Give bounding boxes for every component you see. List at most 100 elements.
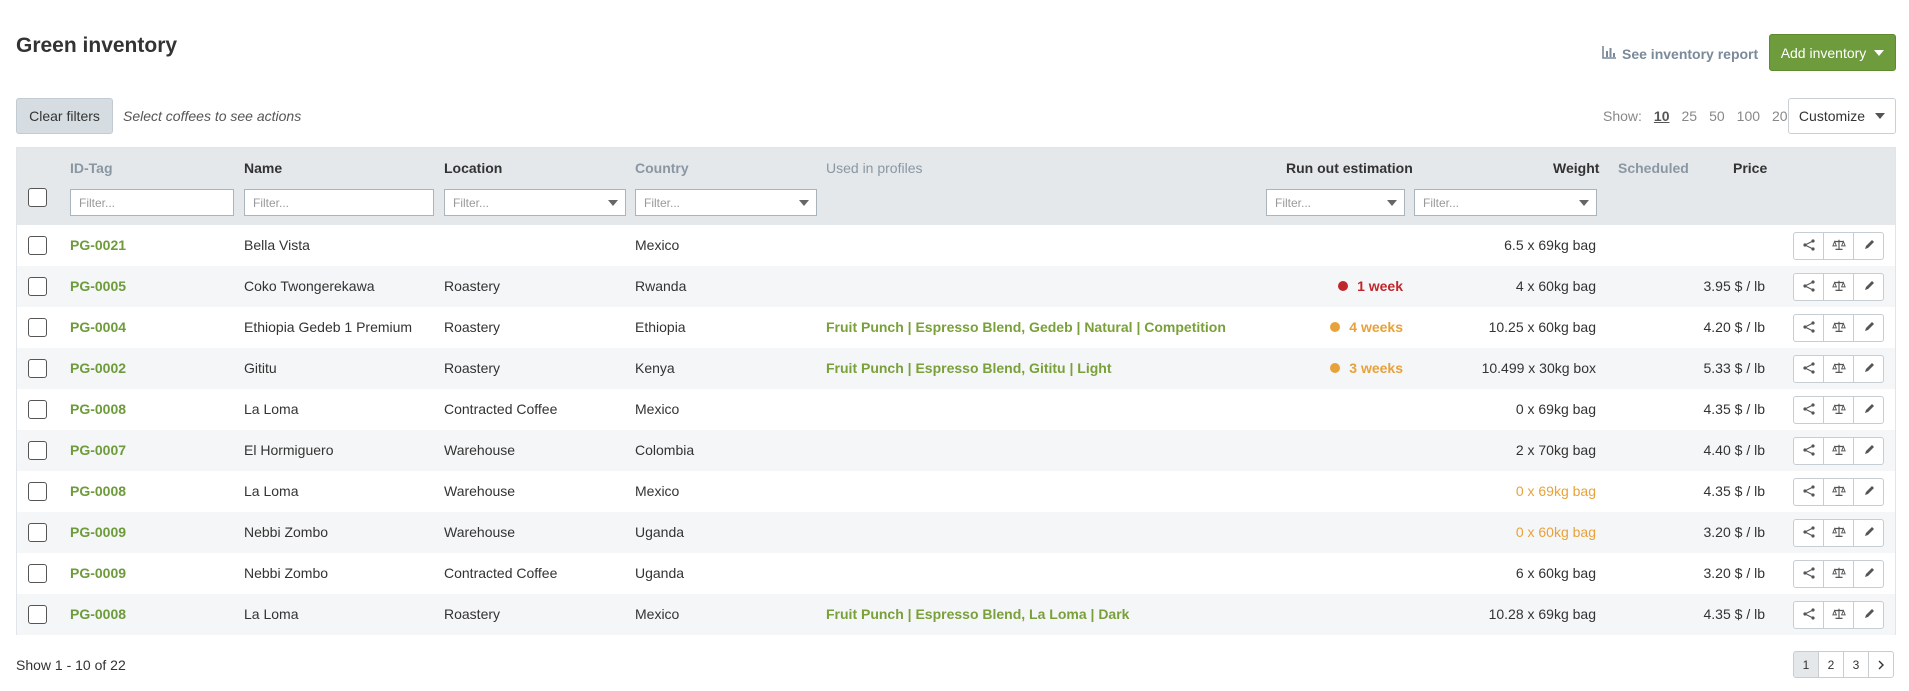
- share-button[interactable]: [1793, 601, 1824, 629]
- share-icon: [1802, 279, 1816, 296]
- edit-button[interactable]: [1853, 560, 1884, 588]
- table-row: PG-0008 La Loma Warehouse Mexico 0 x 69kg ba…: [17, 471, 1895, 512]
- runout-filter-select[interactable]: Filter...: [1266, 189, 1405, 216]
- edit-button[interactable]: [1853, 314, 1884, 342]
- row-checkbox[interactable]: [28, 236, 47, 255]
- id-tag-link[interactable]: PG-0004: [70, 319, 126, 335]
- edit-button[interactable]: [1853, 232, 1884, 260]
- customize-label: Customize: [1798, 108, 1866, 124]
- weigh-button[interactable]: [1823, 232, 1854, 260]
- row-checkbox[interactable]: [28, 605, 47, 624]
- inventory-table: ID-Tag Name Location Country Used in pro…: [16, 147, 1896, 635]
- page-size-option[interactable]: 10: [1654, 108, 1670, 124]
- page-size-option[interactable]: 100: [1737, 108, 1760, 124]
- location-filter-select[interactable]: Filter...: [444, 189, 626, 216]
- select-all-checkbox[interactable]: [28, 188, 47, 207]
- row-checkbox[interactable]: [28, 318, 47, 337]
- profiles-link[interactable]: Fruit Punch | Espresso Blend, Gedeb | Na…: [826, 319, 1226, 335]
- inventory-report-link[interactable]: See inventory report: [1602, 45, 1758, 62]
- column-header-id[interactable]: ID-Tag: [70, 160, 113, 176]
- edit-button[interactable]: [1853, 273, 1884, 301]
- price-cell: 4.20 $ / lb: [1703, 319, 1766, 335]
- country-filter-select[interactable]: Filter...: [635, 189, 817, 216]
- column-header-country[interactable]: Country: [635, 160, 689, 176]
- edit-button[interactable]: [1853, 519, 1884, 547]
- page-size-option[interactable]: 50: [1709, 108, 1725, 124]
- weight-filter-select[interactable]: Filter...: [1414, 189, 1597, 216]
- share-button[interactable]: [1793, 273, 1824, 301]
- weight-cell: 10.28 x 69kg bag: [1488, 606, 1596, 622]
- page-button[interactable]: 2: [1818, 651, 1844, 678]
- add-inventory-button[interactable]: Add inventory: [1769, 34, 1896, 71]
- page-button[interactable]: 3: [1843, 651, 1869, 678]
- row-actions: [1793, 601, 1884, 629]
- edit-button[interactable]: [1853, 601, 1884, 629]
- country-cell: Uganda: [635, 565, 685, 581]
- id-filter-input[interactable]: Filter...: [70, 189, 234, 216]
- column-header-scheduled[interactable]: Scheduled: [1618, 160, 1689, 176]
- row-checkbox[interactable]: [28, 482, 47, 501]
- pencil-icon: [1862, 566, 1876, 583]
- column-header-location[interactable]: Location: [444, 160, 502, 176]
- weigh-button[interactable]: [1823, 519, 1854, 547]
- weigh-button[interactable]: [1823, 396, 1854, 424]
- weigh-button[interactable]: [1823, 437, 1854, 465]
- column-header-price[interactable]: Price: [1733, 160, 1767, 176]
- share-icon: [1802, 607, 1816, 624]
- id-tag-link[interactable]: PG-0007: [70, 442, 126, 458]
- id-tag-link[interactable]: PG-0002: [70, 360, 126, 376]
- weigh-button[interactable]: [1823, 355, 1854, 383]
- weigh-button[interactable]: [1823, 478, 1854, 506]
- id-tag-link[interactable]: PG-0021: [70, 237, 126, 253]
- share-button[interactable]: [1793, 232, 1824, 260]
- row-actions: [1793, 478, 1884, 506]
- weigh-button[interactable]: [1823, 314, 1854, 342]
- row-checkbox[interactable]: [28, 359, 47, 378]
- column-header-weight[interactable]: Weight: [1553, 160, 1599, 176]
- share-button[interactable]: [1793, 437, 1824, 465]
- weight-cell: 2 x 70kg bag: [1515, 442, 1596, 458]
- edit-button[interactable]: [1853, 478, 1884, 506]
- runout-estimate: 3 weeks: [1330, 360, 1403, 376]
- id-tag-link[interactable]: PG-0008: [70, 606, 126, 622]
- next-page-button[interactable]: [1868, 651, 1894, 678]
- page-title: Green inventory: [16, 34, 178, 57]
- clear-filters-button[interactable]: Clear filters: [16, 98, 113, 134]
- row-checkbox[interactable]: [28, 523, 47, 542]
- share-button[interactable]: [1793, 314, 1824, 342]
- id-tag-link[interactable]: PG-0008: [70, 401, 126, 417]
- weigh-button[interactable]: [1823, 560, 1854, 588]
- row-checkbox[interactable]: [28, 564, 47, 583]
- profiles-link[interactable]: Fruit Punch | Espresso Blend, La Loma | …: [826, 606, 1129, 622]
- table-header: ID-Tag Name Location Country Used in pro…: [17, 148, 1895, 225]
- share-button[interactable]: [1793, 355, 1824, 383]
- row-checkbox[interactable]: [28, 400, 47, 419]
- price-cell: 4.40 $ / lb: [1703, 442, 1766, 458]
- column-header-runout[interactable]: Run out estimation: [1286, 160, 1413, 176]
- edit-button[interactable]: [1853, 355, 1884, 383]
- row-checkbox[interactable]: [28, 441, 47, 460]
- runout-text: 3 weeks: [1349, 360, 1403, 376]
- share-button[interactable]: [1793, 478, 1824, 506]
- name-filter-input[interactable]: Filter...: [244, 189, 434, 216]
- id-tag-link[interactable]: PG-0008: [70, 483, 126, 499]
- id-tag-link[interactable]: PG-0005: [70, 278, 126, 294]
- customize-button[interactable]: Customize: [1788, 98, 1896, 134]
- scale-icon: [1831, 320, 1846, 337]
- share-button[interactable]: [1793, 396, 1824, 424]
- edit-button[interactable]: [1853, 437, 1884, 465]
- share-button[interactable]: [1793, 560, 1824, 588]
- location-cell: Contracted Coffee: [444, 401, 558, 417]
- page-size-option[interactable]: 25: [1682, 108, 1698, 124]
- weigh-button[interactable]: [1823, 273, 1854, 301]
- row-checkbox[interactable]: [28, 277, 47, 296]
- id-tag-link[interactable]: PG-0009: [70, 565, 126, 581]
- share-button[interactable]: [1793, 519, 1824, 547]
- page-button[interactable]: 1: [1793, 651, 1819, 678]
- weigh-button[interactable]: [1823, 601, 1854, 629]
- id-tag-link[interactable]: PG-0009: [70, 524, 126, 540]
- edit-button[interactable]: [1853, 396, 1884, 424]
- profiles-link[interactable]: Fruit Punch | Espresso Blend, Gititu | L…: [826, 360, 1112, 376]
- column-header-name[interactable]: Name: [244, 160, 282, 176]
- table-row: PG-0005 Coko Twongerekawa Roastery Rwanda 1 …: [17, 266, 1895, 307]
